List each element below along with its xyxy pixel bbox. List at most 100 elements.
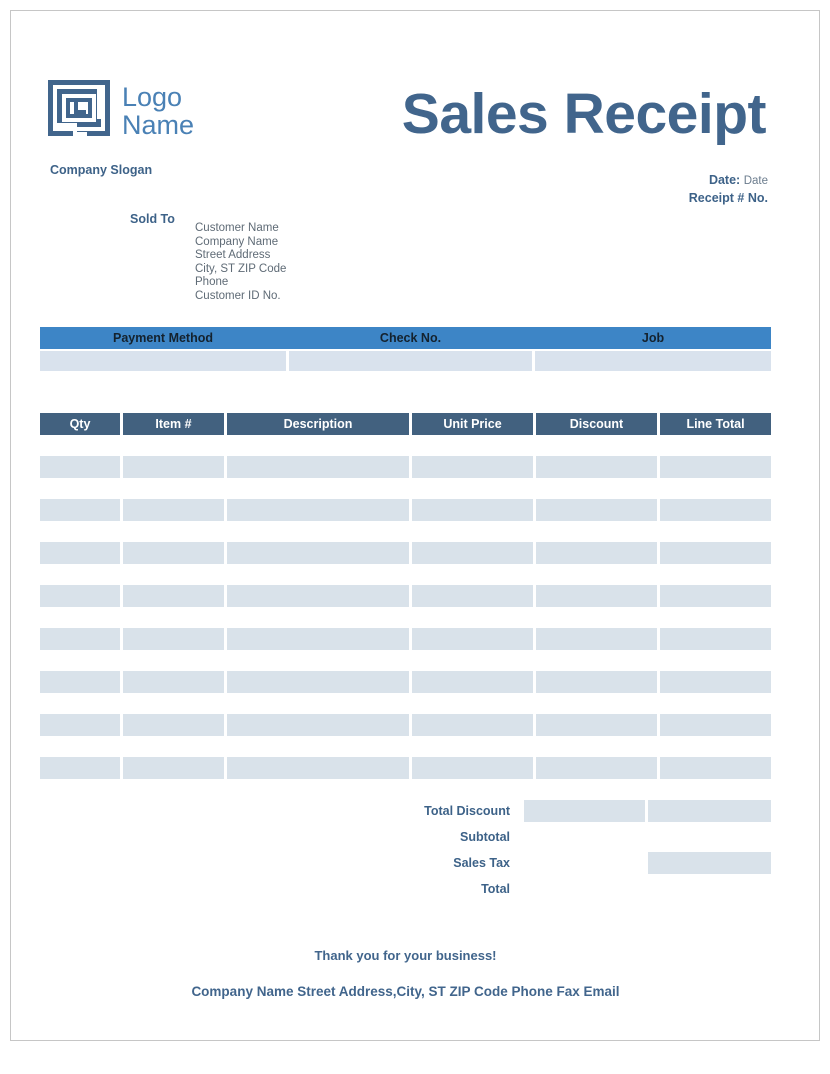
cell-item-no[interactable]	[123, 542, 224, 564]
column-header-qty: Qty	[40, 413, 120, 435]
cell-line-total[interactable]	[660, 585, 771, 607]
company-slogan: Company Slogan	[50, 163, 153, 177]
job-field[interactable]	[535, 351, 771, 371]
sales-tax-row: Sales Tax	[40, 852, 771, 874]
cell-description[interactable]	[227, 499, 409, 521]
cell-discount[interactable]	[536, 499, 657, 521]
page-title: Sales Receipt	[401, 82, 767, 146]
total-discount-field[interactable]	[524, 800, 645, 822]
cell-discount[interactable]	[536, 542, 657, 564]
table-row	[40, 714, 771, 736]
cell-description[interactable]	[227, 456, 409, 478]
cell-qty[interactable]	[40, 628, 120, 650]
maze-square-logo-icon	[48, 80, 110, 136]
cell-item-no[interactable]	[123, 671, 224, 693]
cell-line-total[interactable]	[660, 757, 771, 779]
cell-qty[interactable]	[40, 585, 120, 607]
table-row	[40, 757, 771, 779]
date-value[interactable]: Date	[744, 175, 768, 187]
sold-to-line: Customer ID No.	[195, 289, 281, 302]
sold-to-line: Street Address	[195, 249, 271, 262]
sales-tax-label: Sales Tax	[453, 856, 510, 870]
cell-description[interactable]	[227, 542, 409, 564]
cell-qty[interactable]	[40, 757, 120, 779]
subtotal-value	[648, 826, 771, 848]
check-no-field[interactable]	[289, 351, 532, 371]
subtotal-label: Subtotal	[460, 830, 510, 844]
payment-table: Payment Method Check No. Job	[40, 327, 771, 371]
cell-unit-price[interactable]	[412, 757, 533, 779]
table-row	[40, 456, 771, 478]
cell-discount[interactable]	[536, 671, 657, 693]
logo-line-2: Name	[122, 110, 195, 140]
cell-description[interactable]	[227, 714, 409, 736]
table-row	[40, 585, 771, 607]
sold-to-line: City, ST ZIP Code	[195, 262, 287, 275]
company-contact-line: Company Name Street Address,City, ST ZIP…	[191, 984, 620, 999]
cell-qty[interactable]	[40, 456, 120, 478]
subtotal-spacer	[524, 826, 645, 848]
table-row	[40, 542, 771, 564]
payment-method-field[interactable]	[40, 351, 286, 371]
cell-description[interactable]	[227, 585, 409, 607]
sold-to-address[interactable]: Customer Name Company Name Street Addres…	[195, 222, 286, 304]
cell-discount[interactable]	[536, 585, 657, 607]
cell-description[interactable]	[227, 757, 409, 779]
cell-unit-price[interactable]	[412, 714, 533, 736]
column-header-unit-price: Unit Price	[412, 413, 533, 435]
cell-unit-price[interactable]	[412, 456, 533, 478]
logo-wordmark: Logo Name	[122, 80, 194, 139]
cell-discount[interactable]	[536, 628, 657, 650]
logo-line-1: Logo	[122, 82, 183, 112]
cell-unit-price[interactable]	[412, 671, 533, 693]
cell-item-no[interactable]	[123, 628, 224, 650]
totals-block: Total Discount Subtotal Sales Tax Total	[40, 800, 771, 904]
cell-qty[interactable]	[40, 671, 120, 693]
cell-item-no[interactable]	[123, 757, 224, 779]
cell-discount[interactable]	[536, 456, 657, 478]
cell-line-total[interactable]	[660, 499, 771, 521]
thank-you-message: Thank you for your business!	[314, 948, 497, 963]
sold-to-line: Customer Name	[195, 222, 279, 234]
receipt-page: Logo Name Company Slogan Sales Receipt D…	[0, 0, 830, 1074]
table-row	[40, 499, 771, 521]
cell-item-no[interactable]	[123, 714, 224, 736]
cell-unit-price[interactable]	[412, 628, 533, 650]
column-header-line-total: Line Total	[660, 413, 771, 435]
date-label: Date:	[708, 173, 741, 187]
cell-discount[interactable]	[536, 757, 657, 779]
brand-block: Logo Name	[48, 80, 194, 142]
cell-item-no[interactable]	[123, 585, 224, 607]
receipt-number-value[interactable]: No.	[748, 191, 768, 205]
job-header: Job	[641, 331, 665, 345]
cell-item-no[interactable]	[123, 456, 224, 478]
check-no-header: Check No.	[379, 331, 442, 345]
cell-description[interactable]	[227, 628, 409, 650]
table-row	[40, 671, 771, 693]
cell-line-total[interactable]	[660, 714, 771, 736]
payment-table-header: Payment Method Check No. Job	[40, 327, 771, 349]
total-discount-label: Total Discount	[424, 804, 510, 818]
cell-line-total[interactable]	[660, 456, 771, 478]
cell-line-total[interactable]	[660, 628, 771, 650]
cell-discount[interactable]	[536, 714, 657, 736]
grand-total-spacer	[524, 878, 645, 900]
cell-line-total[interactable]	[660, 542, 771, 564]
cell-qty[interactable]	[40, 714, 120, 736]
cell-item-no[interactable]	[123, 499, 224, 521]
cell-line-total[interactable]	[660, 671, 771, 693]
cell-unit-price[interactable]	[412, 499, 533, 521]
sales-tax-field[interactable]	[648, 852, 771, 874]
column-header-item-no: Item #	[123, 413, 224, 435]
line-items-table: Qty Item # Description Unit Price Discou…	[40, 413, 771, 779]
cell-qty[interactable]	[40, 499, 120, 521]
receipt-number-line: Receipt # No.	[689, 190, 768, 207]
total-discount-amount-field[interactable]	[648, 800, 771, 822]
sold-to-line: Company Name	[195, 235, 279, 248]
table-row	[40, 628, 771, 650]
cell-unit-price[interactable]	[412, 542, 533, 564]
cell-qty[interactable]	[40, 542, 120, 564]
receipt-content: Logo Name Company Slogan Sales Receipt D…	[0, 0, 830, 1074]
cell-description[interactable]	[227, 671, 409, 693]
cell-unit-price[interactable]	[412, 585, 533, 607]
